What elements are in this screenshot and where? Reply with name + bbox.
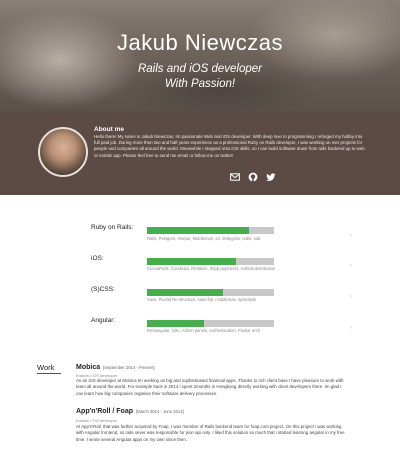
- skill-label: iOS:: [91, 255, 104, 262]
- skill-bar: [147, 258, 274, 265]
- chevron-right-icon[interactable]: ›: [350, 325, 352, 331]
- hero-background-blur: [0, 10, 140, 110]
- skill-bar-fill: [147, 227, 249, 234]
- about-text: Hello there! My name is Jakub Niewczas, …: [94, 134, 365, 158]
- skill-bar-fill: [147, 289, 224, 296]
- job-description: At App'n'Roll, that was further acquired…: [76, 424, 345, 442]
- social-links: [230, 172, 276, 184]
- skill-bar: [147, 320, 274, 327]
- hero-banner: Jakub Niewczas Rails and iOS developer W…: [0, 0, 400, 113]
- job-company: Mobica: [76, 364, 101, 371]
- skill-tags: Rails, Postgres, resque, Middleman, s3, …: [147, 236, 261, 241]
- hero-name: Jakub Niewczas: [117, 30, 283, 55]
- skill-bar: [147, 289, 274, 296]
- skill-label: Angular:: [91, 317, 116, 324]
- skill-bar: [147, 227, 274, 234]
- github-icon[interactable]: [248, 172, 258, 182]
- job-date: [March 2014 - June 2014]: [136, 409, 184, 414]
- work-section-title: Work: [37, 363, 55, 372]
- about-title: About me: [94, 126, 124, 133]
- skill-tags: CocoaPods, CoreData, Restkine, httpp pay…: [147, 266, 276, 271]
- hero-subtitle-line: Rails and iOS developer: [137, 63, 262, 75]
- job-date: [September 2014 - Present]: [103, 365, 155, 370]
- skill-label: Ruby on Rails:: [91, 224, 134, 231]
- hero-subtitle-line: With Passion!: [164, 78, 236, 90]
- section-underline: [37, 373, 61, 374]
- job-title: App'n'Roll / Foap [March 2014 - June 2014…: [76, 408, 184, 415]
- skill-bar-fill: [147, 320, 205, 327]
- job-description: As an iOS developer at Mobica Im working…: [76, 378, 344, 396]
- skill-label: (S)CSS:: [91, 286, 115, 293]
- mail-icon[interactable]: [230, 172, 240, 182]
- job-title: Mobica [September 2014 - Present]: [76, 364, 155, 371]
- job-meta: Kraków • Full developer: [76, 418, 117, 423]
- job-company: App'n'Roll / Foap: [76, 408, 133, 415]
- hero-subtitle: Rails and iOS developer With Passion!: [0, 62, 400, 92]
- chevron-right-icon[interactable]: ›: [350, 263, 352, 269]
- skill-tags: Sass, Pixelal Re-structure, sass-flat, m…: [147, 297, 257, 302]
- twitter-icon[interactable]: [266, 172, 276, 182]
- chevron-right-icon[interactable]: ›: [350, 233, 352, 239]
- avatar: [38, 127, 88, 177]
- skill-tags: Restangular, i18n, Admin panels, Authent…: [147, 328, 261, 333]
- chevron-right-icon[interactable]: ›: [350, 294, 352, 300]
- skill-bar-fill: [147, 258, 236, 265]
